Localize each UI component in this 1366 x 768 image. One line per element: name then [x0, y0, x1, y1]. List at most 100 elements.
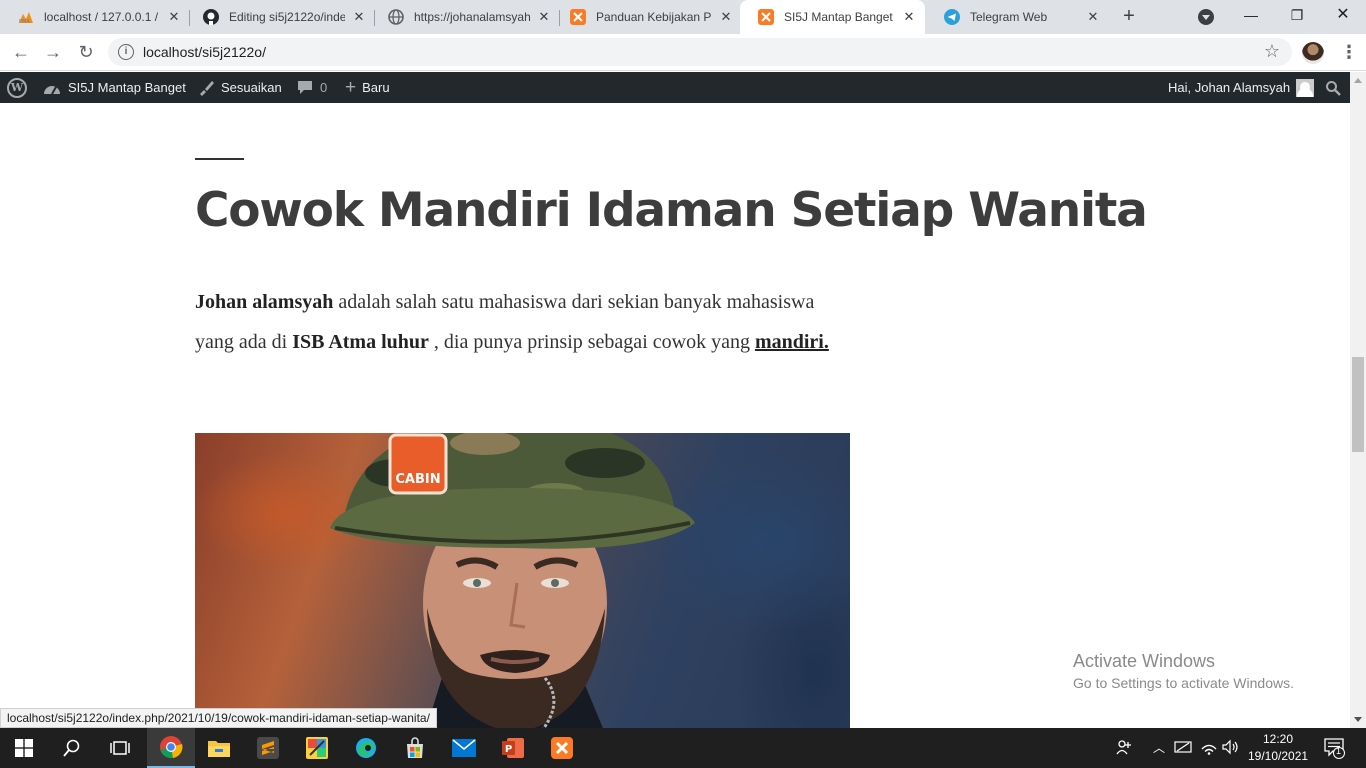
search-icon[interactable] — [48, 728, 96, 768]
wp-logo-icon[interactable]: W — [7, 72, 27, 103]
comments-count: 0 — [320, 80, 328, 95]
store-icon[interactable] — [391, 728, 439, 768]
tab-title: SI5J Mantap Banget – — [784, 10, 895, 24]
powerpoint-icon[interactable]: P — [489, 728, 537, 768]
close-window-button[interactable]: ✕ — [1320, 4, 1366, 28]
tab-phpmyadmin[interactable]: PMA localhost / 127.0.0.1 / ... ✕ — [0, 0, 190, 34]
edge-icon[interactable] — [342, 728, 390, 768]
tab-github[interactable]: Editing si5j2122o/inde ✕ — [185, 0, 375, 34]
bookmark-star-icon[interactable]: ☆ — [1264, 41, 1280, 62]
clock-time: 12:20 — [1262, 732, 1294, 746]
wp-admin-bar: W SI5J Mantap Banget Sesuaikan 0 + Baru … — [0, 72, 1350, 103]
file-explorer-icon[interactable] — [195, 728, 243, 768]
scrollbar-thumb[interactable] — [1352, 357, 1364, 452]
status-bar-url: localhost/si5j2122o/index.php/2021/10/19… — [0, 708, 437, 728]
close-icon[interactable]: ✕ — [166, 9, 182, 25]
wp-site-name[interactable]: SI5J Mantap Banget — [43, 72, 186, 103]
reload-icon[interactable]: ↻ — [73, 40, 99, 66]
avatar — [1296, 78, 1315, 97]
svg-text:P: P — [505, 744, 512, 755]
watermark-line-1: Activate Windows — [1073, 651, 1216, 671]
clock-date: 19/10/2021 — [1248, 749, 1309, 763]
tab-panduan[interactable]: Panduan Kebijakan Pri ✕ — [552, 0, 742, 34]
xampp-icon — [570, 9, 586, 25]
tab-search-icon[interactable] — [1198, 9, 1214, 25]
close-icon[interactable]: ✕ — [901, 9, 917, 25]
scroll-up-arrow[interactable] — [1354, 78, 1362, 83]
new-tab-button[interactable]: + — [1116, 5, 1142, 29]
title-accent-divider — [195, 158, 244, 160]
tab-title: localhost / 127.0.0.1 / ... — [44, 10, 160, 24]
close-icon[interactable]: ✕ — [536, 9, 552, 25]
greeting-label: Hai, Johan Alamsyah — [1168, 80, 1291, 95]
mandiri-link[interactable]: mandiri. — [755, 331, 829, 353]
windows-taskbar: P ︿ 12:20 19/10/2021 1 — [0, 728, 1366, 768]
info-icon[interactable]: i — [118, 44, 134, 60]
svg-text:PMA: PMA — [19, 19, 30, 24]
svg-text:CABIN: CABIN — [395, 472, 440, 487]
wp-search-icon[interactable] — [1325, 72, 1341, 103]
post-title: Cowok Mandiri Idaman Setiap Wanita — [195, 183, 1148, 238]
globe-icon — [388, 9, 404, 25]
page-scrollbar[interactable] — [1350, 72, 1366, 728]
windows-activation-watermark: Activate Windows Go to Settings to activ… — [1073, 651, 1294, 691]
new-label: Baru — [362, 80, 390, 95]
mail-icon[interactable] — [440, 728, 488, 768]
tab-title: Panduan Kebijakan Pri — [596, 10, 712, 24]
forward-arrow-icon[interactable]: → — [40, 40, 66, 66]
profile-avatar[interactable] — [1302, 42, 1324, 64]
tab-telegram[interactable]: Telegram Web ✕ — [926, 0, 1109, 34]
telegram-icon — [944, 9, 960, 25]
dashboard-gauge-icon — [43, 81, 61, 95]
page-content: Cowok Mandiri Idaman Setiap Wanita Johan… — [0, 103, 1350, 728]
tab-title: https://johanalamsyah — [414, 10, 530, 24]
tab-si5j-active[interactable]: SI5J Mantap Banget – ✕ — [740, 0, 925, 34]
man-portrait-illustration: CABIN — [330, 433, 695, 728]
xampp-icon — [758, 9, 774, 25]
wp-new-content[interactable]: + Baru — [345, 72, 390, 103]
notification-badge: 1 — [1336, 746, 1342, 756]
browser-toolbar: ← → ↻ i localhost/si5j2122o/ ☆ — [0, 34, 1366, 71]
wifi-icon[interactable] — [1200, 739, 1218, 758]
post-paragraph: Johan alamsyah adalah salah satu mahasis… — [195, 283, 855, 362]
scroll-down-arrow[interactable] — [1354, 717, 1362, 722]
people-icon[interactable] — [1116, 739, 1132, 758]
minimize-button[interactable]: — — [1228, 4, 1274, 28]
xampp-icon[interactable] — [538, 728, 586, 768]
comment-bubble-icon — [297, 80, 313, 95]
paint-icon[interactable] — [293, 728, 341, 768]
wp-customize[interactable]: Sesuaikan — [198, 72, 282, 103]
tab-johanalamsyah[interactable]: https://johanalamsyah ✕ — [370, 0, 560, 34]
keyboard-ime-icon[interactable] — [1174, 739, 1192, 758]
customize-label: Sesuaikan — [221, 80, 282, 95]
notification-center-icon[interactable]: 1 — [1324, 737, 1346, 762]
github-icon — [203, 9, 219, 25]
chevron-up-icon[interactable]: ︿ — [1153, 739, 1165, 756]
chrome-icon[interactable] — [147, 728, 195, 768]
paragraph-text: , dia punya prinsip sebagai cowok yang — [428, 330, 755, 353]
browser-tab-strip: PMA localhost / 127.0.0.1 / ... ✕ Editin… — [0, 0, 1366, 34]
campus-name: ISB Atma luhur — [292, 330, 429, 353]
close-icon[interactable]: ✕ — [1085, 9, 1101, 25]
address-url[interactable]: localhost/si5j2122o/ — [143, 44, 266, 60]
wp-my-account[interactable]: Hai, Johan Alamsyah — [1168, 72, 1315, 103]
restore-button[interactable]: ❐ — [1274, 4, 1320, 28]
tab-title: Telegram Web — [970, 10, 1048, 24]
tab-title: Editing si5j2122o/inde — [229, 10, 345, 24]
start-icon[interactable] — [0, 728, 48, 768]
volume-icon[interactable] — [1222, 739, 1240, 758]
paintbrush-icon — [198, 80, 214, 96]
post-featured-image: CABIN — [195, 433, 850, 728]
address-bar[interactable]: i localhost/si5j2122o/ ☆ — [108, 38, 1292, 66]
menu-kebab-icon[interactable]: ⋮ — [1340, 40, 1358, 66]
watermark-line-2: Go to Settings to activate Windows. — [1073, 675, 1294, 691]
close-icon[interactable]: ✕ — [718, 9, 734, 25]
task-view-icon[interactable] — [96, 728, 144, 768]
back-arrow-icon[interactable]: ← — [8, 40, 34, 66]
plus-icon: + — [345, 76, 357, 98]
sublime-text-icon[interactable] — [244, 728, 292, 768]
system-clock[interactable]: 12:20 19/10/2021 — [1248, 731, 1308, 765]
wp-comments[interactable]: 0 — [297, 72, 327, 103]
phpmyadmin-icon: PMA — [18, 9, 34, 25]
close-icon[interactable]: ✕ — [351, 9, 367, 25]
